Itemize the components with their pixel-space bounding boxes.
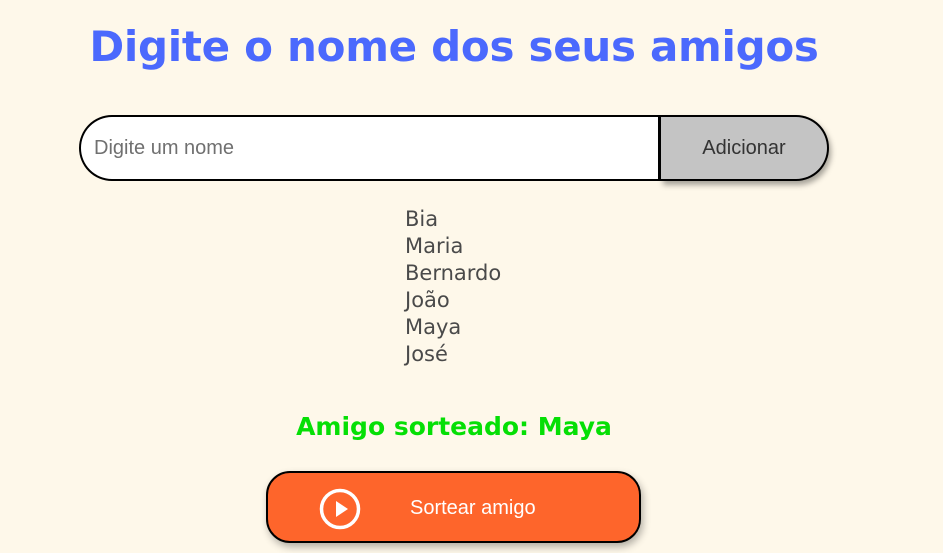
list-item: Bernardo [405, 261, 502, 285]
friends-list: Bia Maria Bernardo João Maya José [405, 206, 501, 368]
list-item: Bia [405, 207, 439, 231]
draw-friend-button[interactable]: Sortear amigo [266, 471, 641, 543]
page-title: Digite o nome dos seus amigos [89, 22, 819, 71]
list-item: Maya [405, 315, 462, 339]
draw-result: Amigo sorteado: Maya [296, 412, 612, 441]
draw-button-label: Sortear amigo [410, 497, 536, 519]
friend-name-input[interactable] [79, 115, 661, 181]
list-item: João [405, 288, 450, 312]
play-circle-icon [319, 488, 361, 530]
list-item: Maria [405, 234, 464, 258]
add-button[interactable]: Adicionar [661, 115, 829, 181]
list-item: José [405, 342, 448, 366]
add-friend-form: Adicionar [79, 115, 829, 181]
